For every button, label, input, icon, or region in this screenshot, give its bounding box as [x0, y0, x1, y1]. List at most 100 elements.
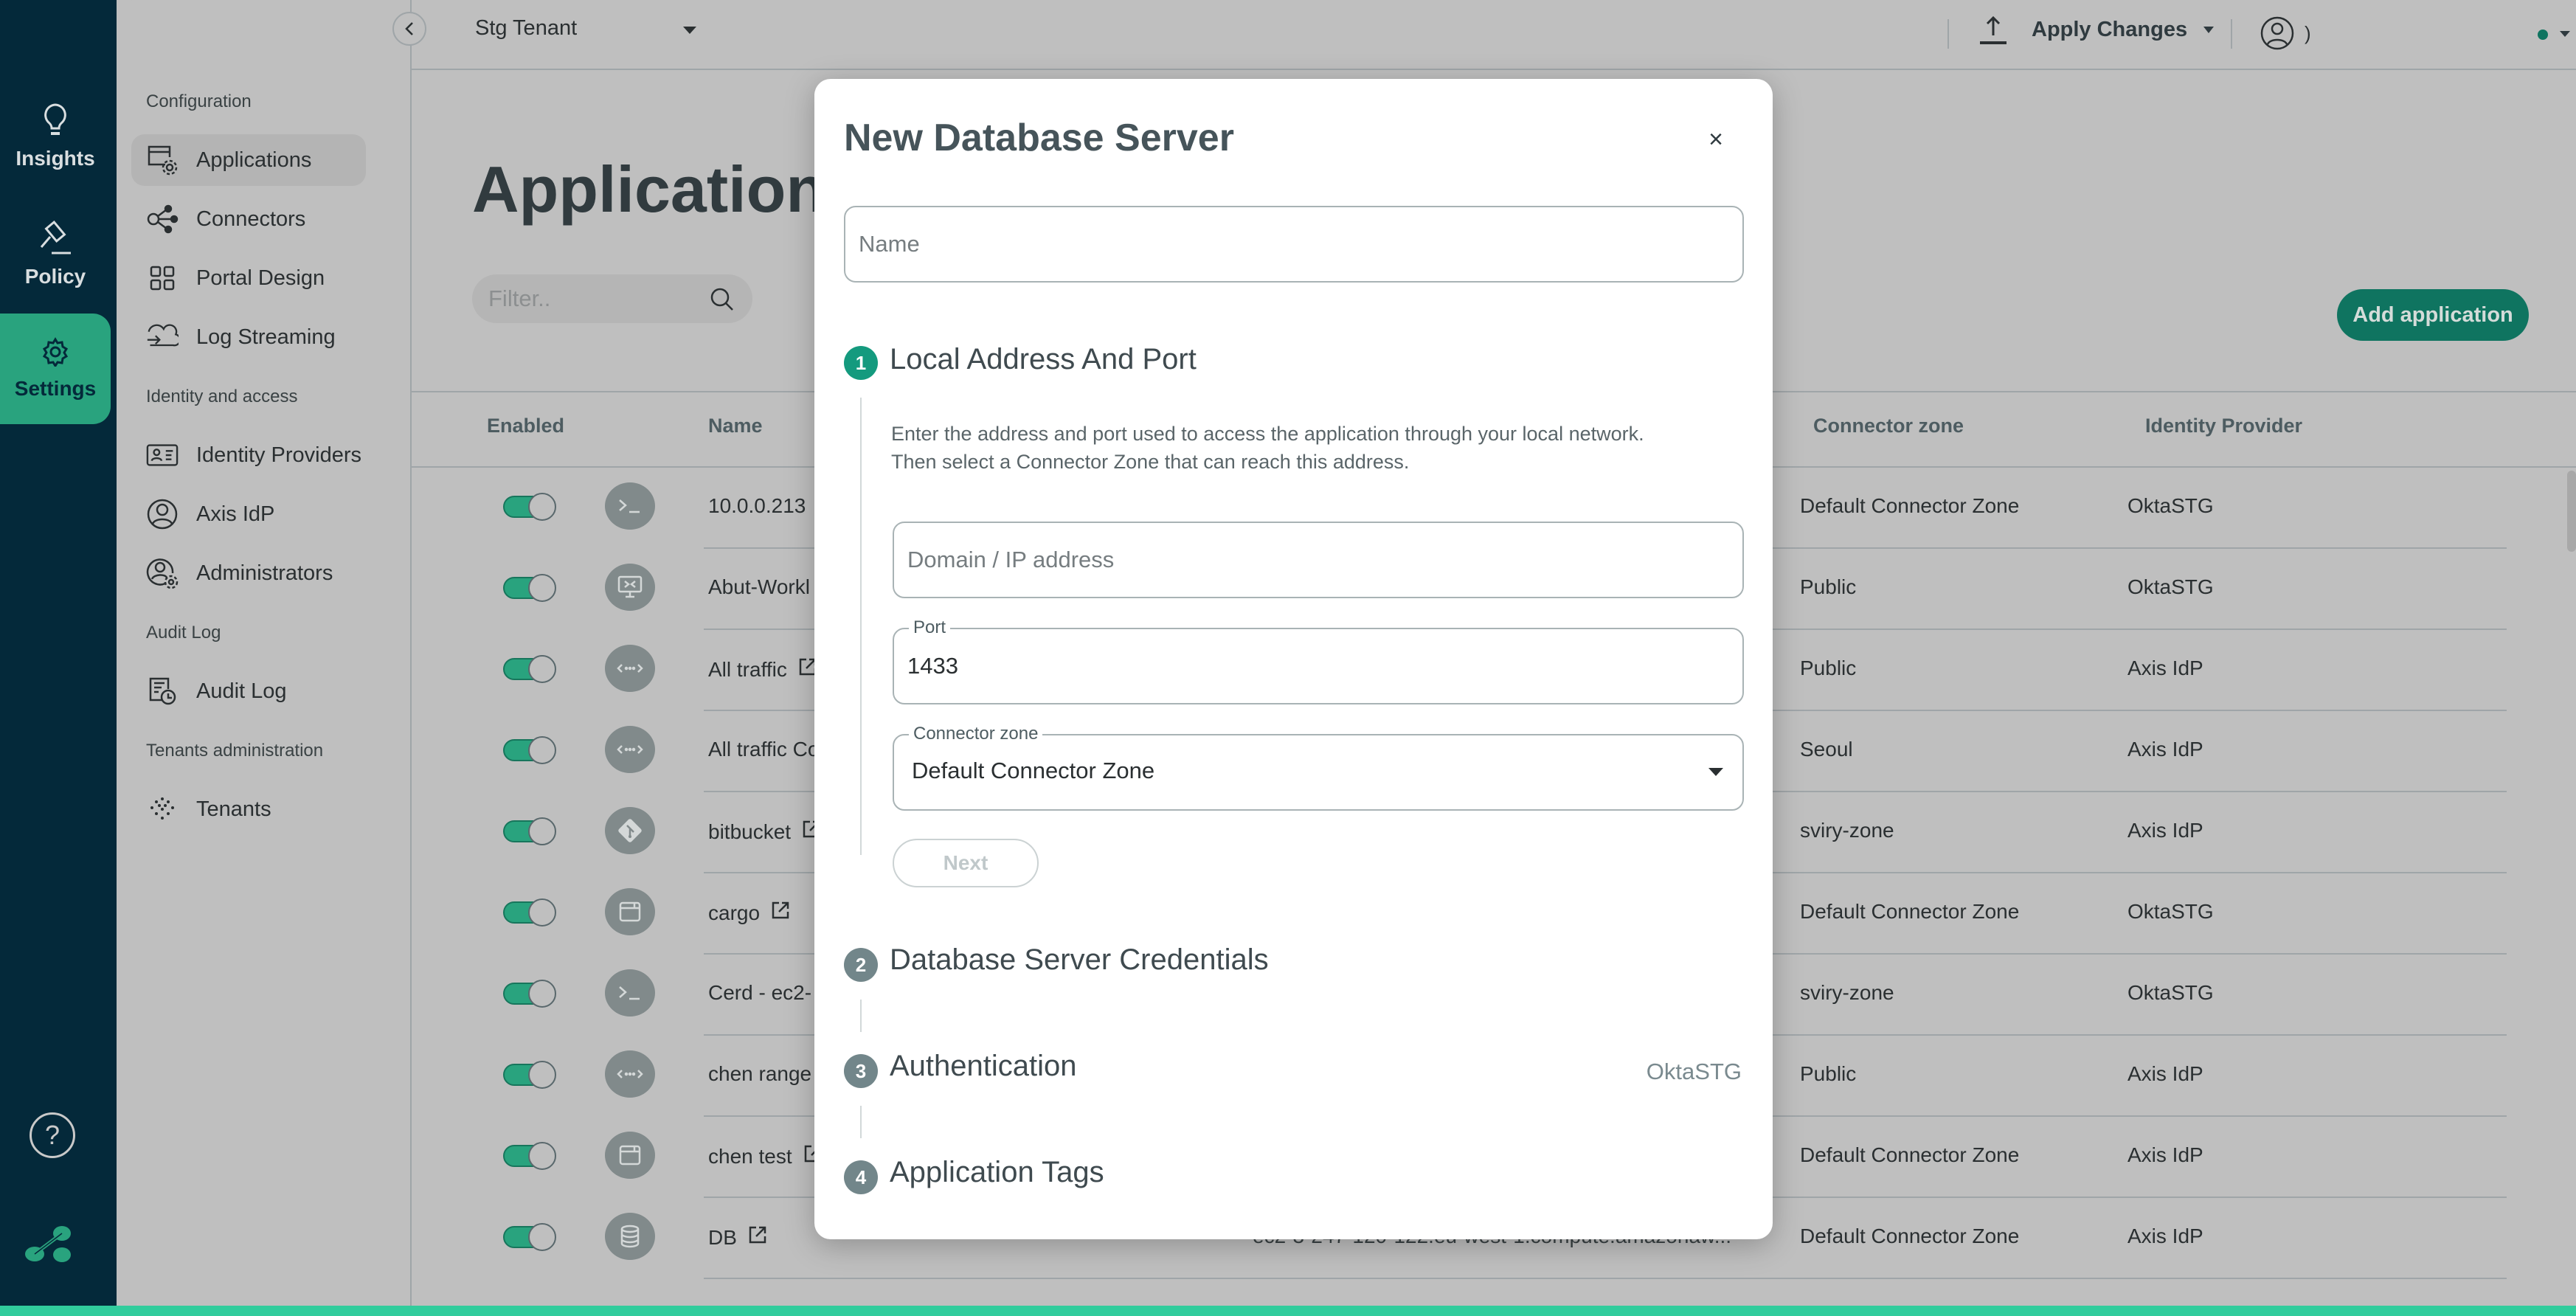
identity-provider-cell: Axis IdP [2127, 738, 2203, 761]
subnav-item-tenants[interactable]: Tenants [131, 783, 366, 835]
rail-item-policy[interactable]: Policy [0, 199, 111, 310]
apply-changes-button[interactable]: Apply Changes [1977, 13, 2215, 46]
app-name-cell[interactable]: Abut-Workl [708, 575, 810, 599]
enabled-toggle[interactable] [503, 1142, 556, 1170]
connector-zone-cell: sviry-zone [1800, 819, 1894, 842]
new-database-server-dialog: New Database Server × 1 Local Address An… [814, 79, 1773, 1239]
subnav-item-label: Log Streaming [196, 325, 336, 349]
rail-item-insights[interactable]: Insights [0, 81, 111, 192]
subnav-item-audit-log[interactable]: Audit Log [131, 665, 366, 717]
add-application-button[interactable]: Add application [2337, 289, 2529, 341]
app-settings-icon [146, 144, 179, 176]
enabled-toggle[interactable] [503, 736, 556, 764]
next-button[interactable]: Next [893, 839, 1039, 887]
user-menu[interactable]: ) [2260, 16, 2311, 50]
subnav-item-label: Axis IdP [196, 502, 275, 526]
name-input[interactable] [859, 207, 1726, 281]
search-icon [710, 288, 733, 311]
port-input[interactable] [907, 629, 1726, 703]
enabled-toggle[interactable] [503, 574, 556, 602]
subnav-item-label: Connectors [196, 207, 306, 231]
terminal-icon [605, 482, 655, 530]
app-name: Cerd - ec2- [708, 981, 812, 1004]
table-scrollbar[interactable] [2567, 471, 2576, 552]
cloud-stream-icon [146, 321, 179, 353]
app-name-cell[interactable]: chen range [708, 1062, 811, 1086]
chevron-left-icon [405, 22, 413, 35]
enabled-toggle[interactable] [503, 898, 556, 927]
enabled-toggle[interactable] [503, 655, 556, 683]
domain-input[interactable] [907, 523, 1726, 597]
app-name-cell[interactable]: DB [708, 1225, 768, 1250]
chevron-down-icon[interactable] [2560, 31, 2570, 37]
grid-icon [146, 262, 179, 294]
close-icon[interactable]: × [1700, 123, 1732, 156]
divider [1947, 19, 1949, 49]
identity-provider-cell: OktaSTG [2127, 981, 2214, 1004]
rail-item-settings[interactable]: Settings [0, 314, 111, 424]
step-title-2[interactable]: Database Server Credentials [890, 943, 1269, 977]
external-link-icon[interactable] [770, 900, 791, 926]
identity-provider-cell: OktaSTG [2127, 575, 2214, 598]
filter-input[interactable]: Filter.. [472, 274, 752, 323]
app-name-cell[interactable]: chen test [708, 1143, 823, 1169]
terminal-icon [605, 969, 655, 1017]
enabled-toggle[interactable] [503, 817, 556, 845]
step-title-4[interactable]: Application Tags [890, 1156, 1104, 1189]
subnav-item-axis-idp[interactable]: Axis IdP [131, 488, 366, 540]
subnav-item-log-streaming[interactable]: Log Streaming [131, 311, 366, 363]
row-divider [704, 1278, 2507, 1279]
subnav-item-label: Portal Design [196, 266, 325, 290]
toggle-knob [528, 655, 556, 683]
column-header-enabled[interactable]: Enabled [487, 415, 564, 437]
database-icon [605, 1213, 655, 1260]
app-name: All traffic Co [708, 738, 820, 761]
app-name-cell[interactable]: bitbucket [708, 819, 822, 845]
port-field[interactable]: Port [893, 617, 1744, 704]
connector-zone-cell: Public [1800, 575, 1857, 598]
connector-zone-select[interactable]: Connector zone Default Connector Zone [893, 724, 1744, 811]
subnav-item-portal-design[interactable]: Portal Design [131, 252, 366, 304]
column-header-name[interactable]: Name [708, 415, 763, 437]
connector-zone-cell: Default Connector Zone [1800, 494, 2020, 517]
subnav-item-label: Tenants [196, 797, 271, 821]
subnav-item-connectors[interactable]: Connectors [131, 193, 366, 245]
app-name-cell[interactable]: All traffic [708, 657, 818, 682]
enabled-toggle[interactable] [503, 1061, 556, 1089]
filter-placeholder: Filter.. [488, 285, 551, 311]
subnav-item-identity-providers[interactable]: Identity Providers [131, 429, 366, 481]
step-number-3: 3 [844, 1054, 878, 1088]
step-description: Enter the address and port used to acces… [891, 420, 1739, 476]
app-name-cell[interactable]: All traffic Co [708, 738, 819, 761]
step-title-1[interactable]: Local Address And Port [890, 343, 1197, 376]
enabled-toggle[interactable] [503, 980, 556, 1008]
step-connector-line [860, 1000, 862, 1032]
toggle-knob [528, 1142, 556, 1170]
enabled-toggle[interactable] [503, 493, 556, 521]
enabled-toggle[interactable] [503, 1223, 556, 1251]
dots-cluster-icon [146, 793, 179, 825]
subnav-item-administrators[interactable]: Administrators [131, 547, 366, 599]
app-name-cell[interactable]: 10.0.0.213 [708, 494, 806, 518]
toggle-knob [528, 980, 556, 1008]
id-card-icon [146, 439, 179, 471]
external-link-icon[interactable] [747, 1225, 768, 1250]
connector-zone-cell: Default Connector Zone [1800, 1143, 2020, 1166]
tenant-selector[interactable]: Stg Tenant [475, 16, 577, 41]
name-field[interactable] [844, 206, 1744, 283]
app-name-cell[interactable]: Cerd - ec2- [708, 981, 811, 1005]
toggle-knob [528, 1061, 556, 1089]
chevron-down-icon[interactable] [683, 27, 696, 34]
subnav-item-applications[interactable]: Applications [131, 134, 366, 186]
collapse-sidebar-button[interactable] [392, 12, 426, 46]
column-header-identity-provider[interactable]: Identity Provider [2145, 415, 2302, 437]
help-circle-icon[interactable]: ? [30, 1112, 75, 1158]
step-description-line: Then select a Connector Zone that can re… [891, 451, 1410, 473]
domain-field[interactable] [893, 522, 1744, 598]
step-title-3[interactable]: Authentication [890, 1050, 1077, 1083]
user-circle-icon [146, 498, 179, 530]
app-name: 10.0.0.213 [708, 494, 806, 517]
column-header-connector-zone[interactable]: Connector zone [1813, 415, 1964, 437]
identity-provider-cell: Axis IdP [2127, 1062, 2203, 1085]
app-name-cell[interactable]: cargo [708, 900, 791, 926]
